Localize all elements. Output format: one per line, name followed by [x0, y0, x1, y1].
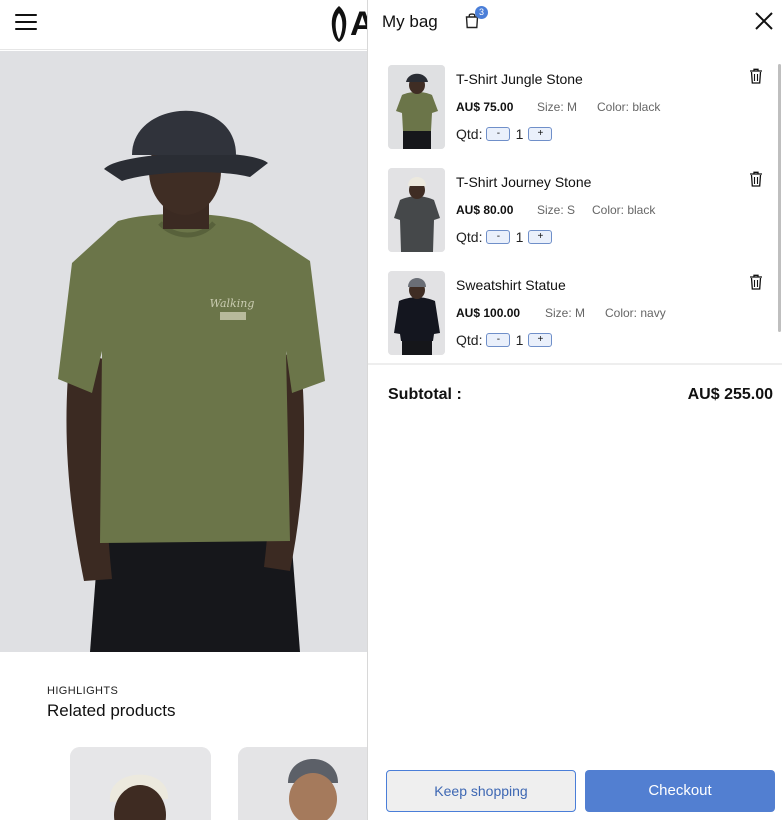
trash-icon[interactable] [749, 171, 763, 187]
subtotal-row: Subtotal : AU$ 255.00 [388, 386, 773, 404]
item-size: Size: S [537, 203, 576, 217]
decrease-qty-button[interactable]: - [486, 333, 511, 347]
bag-item: T-Shirt Jungle Stone AU$ 75.00 Size: M C… [388, 65, 762, 151]
item-name[interactable]: T-Shirt Jungle Stone [456, 71, 583, 87]
quantity-stepper: Qtd: - 1 + [456, 229, 553, 245]
related-product-card[interactable] [238, 747, 379, 820]
item-price: AU$ 100.00 [456, 306, 521, 320]
quantity-stepper: Qtd: - 1 + [456, 126, 553, 142]
keep-shopping-button[interactable]: Keep shopping [386, 770, 576, 812]
qty-value: 1 [515, 332, 524, 348]
item-color: Color: black [592, 203, 656, 217]
item-price: AU$ 80.00 [456, 203, 514, 217]
item-thumbnail[interactable] [388, 168, 445, 252]
close-icon[interactable] [754, 11, 774, 31]
shopping-bag-drawer: My bag 3 T-Shirt Jungle Stone AU$ 75.00 [367, 0, 782, 820]
item-size: Size: M [545, 306, 586, 320]
qty-label: Qtd: [456, 332, 483, 348]
bag-item: T-Shirt Journey Stone AU$ 80.00 Size: S … [388, 168, 762, 254]
related-product-card[interactable] [70, 747, 211, 820]
qty-value: 1 [515, 126, 524, 142]
item-price: AU$ 75.00 [456, 100, 514, 114]
increase-qty-button[interactable]: + [528, 230, 553, 244]
subtotal-label: Subtotal : [388, 386, 462, 403]
item-size: Size: M [537, 100, 578, 114]
bag-items-list[interactable]: T-Shirt Jungle Stone AU$ 75.00 Size: M C… [368, 56, 782, 365]
svg-text:Walking: Walking [210, 297, 255, 310]
item-thumbnail[interactable] [388, 65, 445, 149]
item-thumbnail[interactable] [388, 271, 445, 355]
increase-qty-button[interactable]: + [528, 333, 553, 347]
decrease-qty-button[interactable]: - [486, 230, 511, 244]
checkout-button[interactable]: Checkout [585, 770, 775, 812]
bag-title: My bag [382, 12, 438, 31]
items-scrollbar[interactable] [778, 64, 781, 332]
related-products-title: Related products [47, 701, 176, 720]
item-name[interactable]: Sweatshirt Statue [456, 277, 566, 293]
item-name[interactable]: T-Shirt Journey Stone [456, 174, 591, 190]
decrease-qty-button[interactable]: - [486, 127, 511, 141]
highlights-section: HIGHLIGHTS Related products [47, 685, 176, 721]
penguin-logo-icon [331, 6, 347, 42]
quantity-stepper: Qtd: - 1 + [456, 332, 553, 348]
highlights-kicker: HIGHLIGHTS [47, 685, 119, 697]
item-color: Color: navy [605, 306, 666, 320]
bag-header: My bag 3 [368, 0, 782, 44]
bag-item: Sweatshirt Statue AU$ 100.00 Size: M Col… [388, 271, 762, 357]
item-color: Color: black [597, 100, 661, 114]
bag-count-badge: 3 [475, 6, 488, 19]
increase-qty-button[interactable]: + [528, 127, 553, 141]
subtotal-value: AU$ 255.00 [687, 386, 773, 403]
hamburger-menu-icon[interactable] [15, 14, 37, 34]
trash-icon[interactable] [749, 68, 763, 84]
qty-label: Qtd: [456, 126, 483, 142]
hero-product-image[interactable]: Walking [0, 51, 367, 652]
qty-value: 1 [515, 229, 524, 245]
trash-icon[interactable] [749, 274, 763, 290]
qty-label: Qtd: [456, 229, 483, 245]
